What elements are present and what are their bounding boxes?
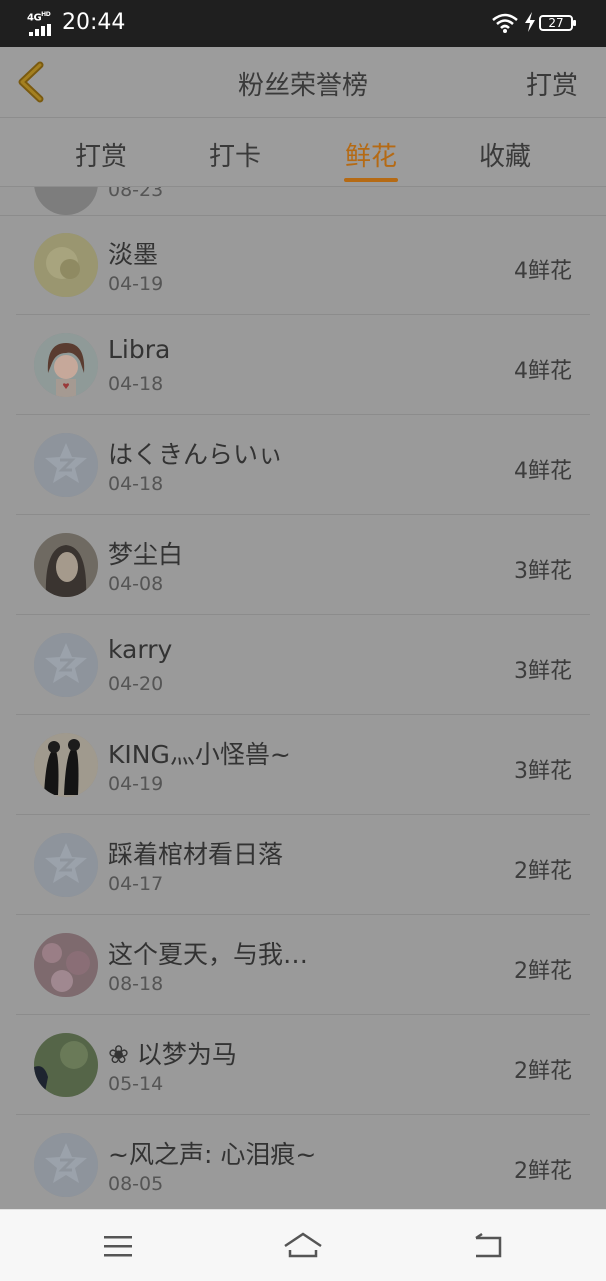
back-icon[interactable] bbox=[468, 1228, 508, 1264]
avatar bbox=[34, 233, 98, 297]
item-name: 淡墨 bbox=[108, 240, 159, 269]
item-name: 梦尘白 bbox=[108, 540, 184, 569]
default-avatar-icon bbox=[34, 1133, 98, 1197]
flower-count: 2鲜花 bbox=[514, 859, 572, 884]
clock: 20:44 bbox=[62, 10, 126, 35]
default-avatar-icon bbox=[34, 833, 98, 897]
top-nav-bar: 粉丝荣誉榜 打赏 bbox=[0, 47, 606, 118]
flower-count: 3鲜花 bbox=[514, 559, 572, 584]
signal-icon bbox=[29, 24, 51, 36]
default-avatar-icon bbox=[34, 633, 98, 697]
item-name: ~风之声: 心泪痕~ bbox=[108, 1140, 317, 1169]
avatar bbox=[34, 1033, 98, 1097]
battery-icon: 27 bbox=[539, 15, 576, 31]
list-item[interactable]: はくきんらいぃ 04-18 4鲜花 bbox=[0, 415, 606, 515]
avatar bbox=[34, 933, 98, 997]
avatar bbox=[34, 533, 98, 597]
item-date: 04-18 bbox=[108, 373, 164, 395]
list-item[interactable]: ~风之声: 心泪痕~ 08-05 2鲜花 bbox=[0, 1115, 606, 1209]
item-date: 08-05 bbox=[108, 1173, 164, 1195]
item-date: 04-20 bbox=[108, 673, 164, 695]
list-item[interactable]: Libra 04-18 4鲜花 bbox=[0, 315, 606, 415]
home-icon[interactable] bbox=[283, 1228, 323, 1264]
list-item[interactable]: 梦尘白 04-08 3鲜花 bbox=[0, 515, 606, 615]
avatar bbox=[34, 733, 98, 797]
page-title: 粉丝荣誉榜 bbox=[237, 71, 368, 101]
item-date: 04-18 bbox=[108, 473, 164, 495]
item-name: KING灬小怪兽~ bbox=[108, 740, 291, 769]
item-name: karry bbox=[108, 635, 173, 664]
flower-count: 4鲜花 bbox=[514, 259, 572, 284]
avatar bbox=[34, 333, 98, 397]
item-name: 这个夏天，与我… bbox=[108, 940, 309, 969]
charging-icon bbox=[525, 12, 535, 32]
list-item[interactable]: ❀ 以梦为马 05-14 2鲜花 bbox=[0, 1015, 606, 1115]
tab-favorites[interactable]: 收藏 bbox=[450, 136, 560, 173]
tab-flowers[interactable]: 鲜花 bbox=[316, 136, 426, 173]
list-item[interactable]: karry 04-20 3鲜花 bbox=[0, 615, 606, 715]
list-item[interactable]: 踩着棺材看日落 04-17 2鲜花 bbox=[0, 815, 606, 915]
reward-button[interactable]: 打赏 bbox=[526, 65, 578, 102]
flower-count: 4鲜花 bbox=[514, 359, 572, 384]
system-nav-bar bbox=[0, 1209, 606, 1281]
network-type: 4GHD bbox=[27, 11, 51, 24]
fan-list[interactable]: 08-23 淡墨 04-19 4鲜花 Libra 04-18 4鲜花 はくきんら… bbox=[0, 187, 606, 1209]
list-item[interactable]: 淡墨 04-19 4鲜花 bbox=[0, 215, 606, 315]
item-date: 05-14 bbox=[108, 1073, 164, 1095]
flower-count: 3鲜花 bbox=[514, 759, 572, 784]
item-date: 04-17 bbox=[108, 873, 164, 895]
item-date: 08-18 bbox=[108, 973, 164, 995]
flower-count: 3鲜花 bbox=[514, 659, 572, 684]
item-name: Libra bbox=[108, 335, 171, 364]
item-name: 踩着棺材看日落 bbox=[108, 840, 284, 869]
flower-count: 2鲜花 bbox=[514, 1059, 572, 1084]
tab-checkin[interactable]: 打卡 bbox=[180, 136, 290, 173]
list-item[interactable]: 08-23 bbox=[0, 187, 606, 216]
avatar bbox=[34, 187, 98, 215]
tab-bar: 打赏 打卡 鲜花 收藏 bbox=[0, 118, 606, 187]
item-date: 04-08 bbox=[108, 573, 164, 595]
item-name: はくきんらいぃ bbox=[108, 440, 284, 469]
flower-count: 2鲜花 bbox=[514, 959, 572, 984]
tab-reward[interactable]: 打赏 bbox=[46, 136, 156, 173]
menu-icon[interactable] bbox=[98, 1228, 138, 1264]
item-date: 08-23 bbox=[108, 187, 164, 201]
item-date: 04-19 bbox=[108, 773, 164, 795]
item-date: 04-19 bbox=[108, 273, 164, 295]
list-item[interactable]: 这个夏天，与我… 08-18 2鲜花 bbox=[0, 915, 606, 1015]
flower-count: 4鲜花 bbox=[514, 459, 572, 484]
flower-count: 2鲜花 bbox=[514, 1159, 572, 1184]
tab-active-indicator bbox=[344, 178, 398, 182]
list-item[interactable]: KING灬小怪兽~ 04-19 3鲜花 bbox=[0, 715, 606, 815]
wifi-icon bbox=[492, 13, 518, 33]
item-name: ❀ 以梦为马 bbox=[108, 1040, 237, 1069]
default-avatar-icon bbox=[34, 433, 98, 497]
status-bar: 4GHD 20:44 27 bbox=[0, 0, 606, 47]
